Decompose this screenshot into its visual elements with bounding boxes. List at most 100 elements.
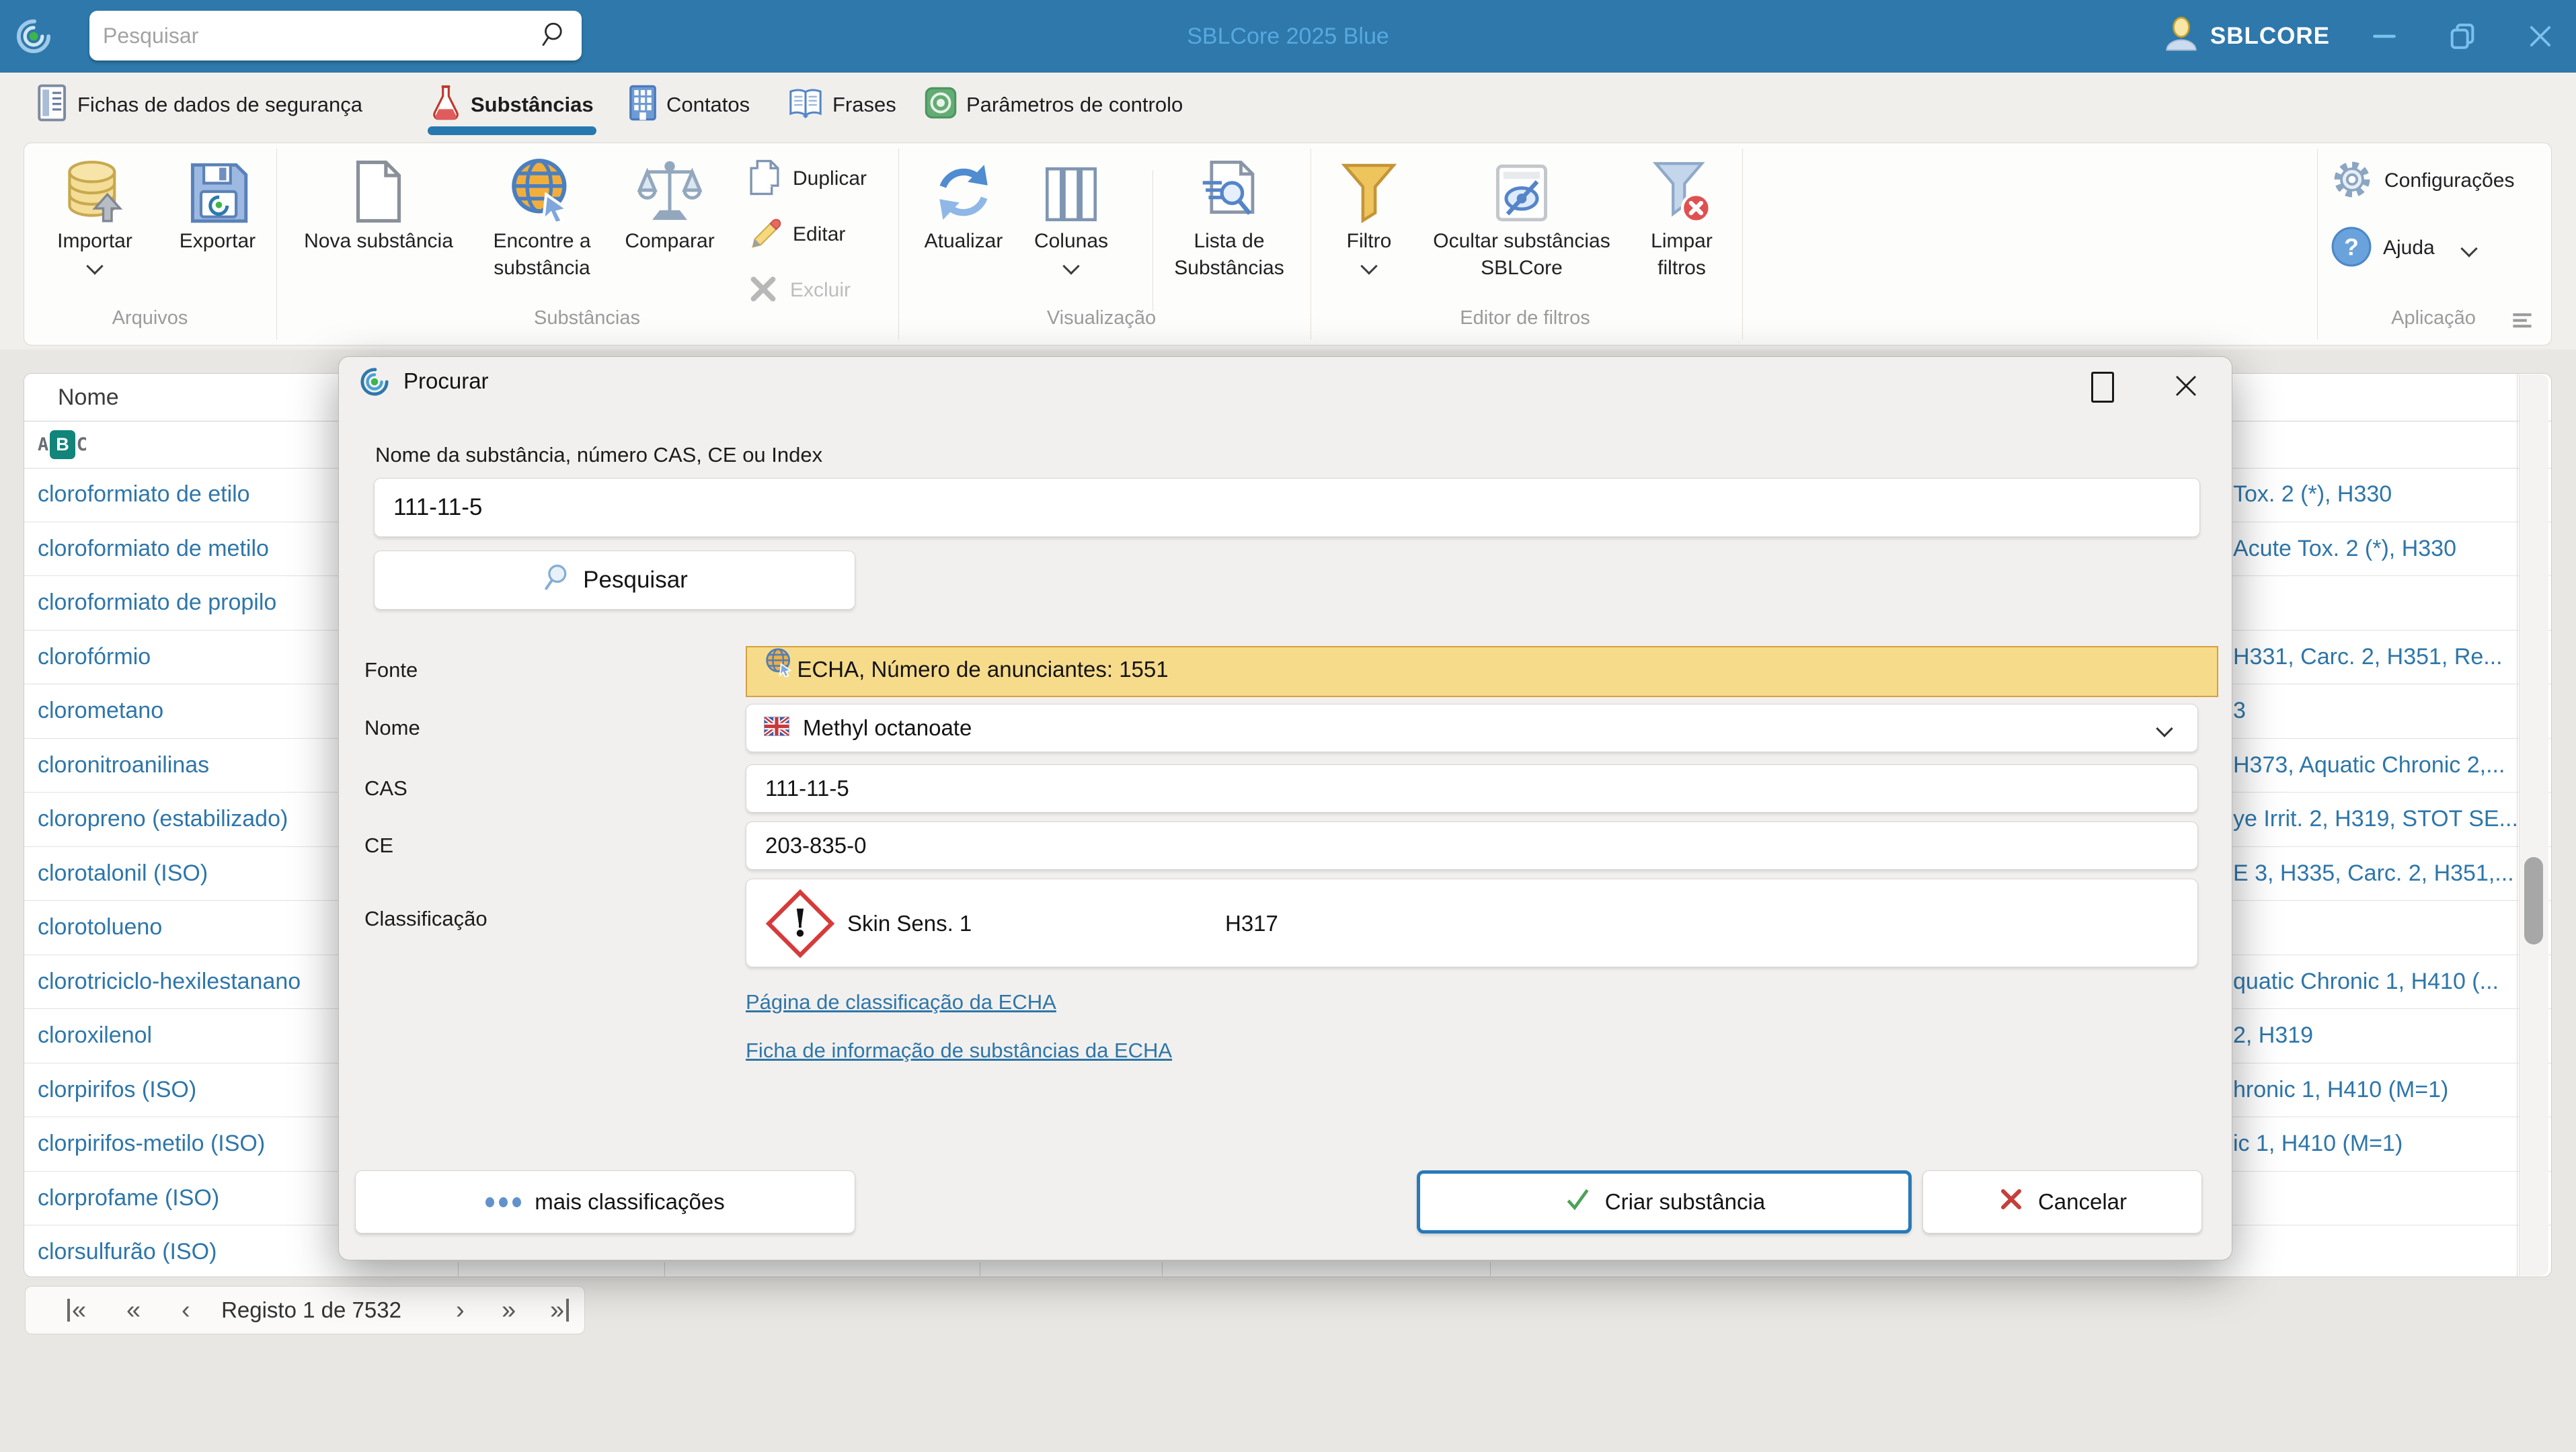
substance-name[interactable]: cloroformiato de propilo [38, 576, 276, 629]
pesquisar-button[interactable]: Pesquisar [374, 551, 855, 610]
close-button[interactable] [2517, 13, 2564, 60]
more-classifications-button[interactable]: mais classificações [355, 1170, 855, 1234]
exportar-button[interactable]: Exportar [155, 153, 280, 255]
substance-name[interactable]: clorpirifos (ISO) [38, 1063, 196, 1117]
cas-field[interactable]: 111-11-5 [746, 764, 2198, 813]
grid-line [1162, 1262, 1163, 1277]
substance-classification: H331, Carc. 2, H351, Re... [2233, 643, 2503, 670]
first-record-button[interactable]: « [67, 1296, 86, 1324]
fonte-label: Fonte [364, 658, 418, 682]
substance-classification: E 3, H335, Carc. 2, H351,... [2233, 860, 2514, 886]
ocultar-substancias-button[interactable]: Ocultar substâncias SBLCore [1417, 153, 1626, 282]
criar-substancia-button[interactable]: Criar substância [1417, 1170, 1912, 1234]
substance-classification: H373, Aquatic Chronic 2,... [2233, 752, 2505, 778]
chevron-down-icon [86, 257, 104, 275]
last-record-button[interactable]: » [550, 1296, 570, 1324]
grid-line [664, 1262, 665, 1277]
substance-list-icon [1200, 153, 1259, 224]
ce-field[interactable]: 203-835-0 [746, 821, 2198, 870]
tab-substancias[interactable]: Substâncias [428, 73, 596, 136]
tab-frases[interactable]: Frases [788, 73, 896, 136]
atualizar-button[interactable]: Atualizar [903, 153, 1024, 255]
next-record-button[interactable]: › [456, 1287, 465, 1334]
refresh-icon [932, 153, 995, 224]
tab-contatos[interactable]: Contatos [629, 73, 750, 136]
dialog-close-button[interactable] [2171, 370, 2201, 401]
dialog-search-input[interactable] [375, 494, 2199, 521]
substance-name[interactable]: clorometano [38, 684, 163, 737]
dialog-logo-icon [359, 366, 390, 401]
column-header-nome[interactable]: Nome [24, 385, 119, 411]
chevron-down-icon [1360, 257, 1378, 275]
substance-classification: quatic Chronic 1, H410 (... [2233, 968, 2499, 994]
minimize-button[interactable] [2361, 13, 2408, 60]
group-label-visualizacao: Visualização [1046, 307, 1157, 329]
echa-classification-link[interactable]: Página de classificação da ECHA [746, 990, 1056, 1014]
scales-icon [637, 153, 702, 224]
prev-record-button[interactable]: ‹ [182, 1287, 190, 1334]
group-label-arquivos: Arquivos [112, 307, 188, 329]
substance-classification [2233, 576, 2518, 629]
tab-parametros[interactable]: Parâmetros de controlo [925, 73, 1183, 136]
substance-name[interactable]: clorofórmio [38, 631, 151, 684]
importar-button[interactable]: Importar [34, 153, 155, 275]
ajuda-button[interactable]: ? Ajuda [2331, 227, 2478, 269]
excluir-button[interactable]: Excluir [747, 270, 851, 311]
limpar-filtros-button[interactable]: Limpar filtros [1631, 153, 1732, 282]
tab-fichas-de-dados[interactable]: Fichas de dados de segurança [37, 73, 362, 136]
editar-button[interactable]: Editar [747, 214, 845, 255]
configuracoes-button[interactable]: Configurações [2331, 160, 2514, 202]
fast-prev-button[interactable]: « [126, 1287, 141, 1334]
ghs07-exclamation-icon: ! [765, 889, 835, 962]
column-separator [2517, 374, 2518, 1277]
substance-name[interactable]: clorotalonil (ISO) [38, 847, 208, 900]
fonte-value: ECHA, Número de anunciantes: 1551 [797, 657, 1169, 682]
comparar-button[interactable]: Comparar [592, 153, 747, 255]
new-page-icon [354, 153, 403, 224]
cas-value: 111-11-5 [765, 776, 849, 801]
fast-next-button[interactable]: » [502, 1287, 516, 1334]
abc-filter-icon[interactable]: ABC [38, 430, 87, 459]
dialog-search-box[interactable] [374, 478, 2200, 537]
columns-icon [1043, 153, 1099, 224]
dialog-header[interactable]: Procurar [339, 357, 2232, 405]
duplicar-button[interactable]: Duplicar [747, 158, 867, 200]
chevron-down-icon[interactable] [2156, 720, 2173, 737]
nova-substancia-button[interactable]: Nova substância [288, 153, 469, 255]
substance-classification: hronic 1, H410 (M=1) [2233, 1076, 2449, 1102]
substance-name[interactable]: clorsulfurão (ISO) [38, 1225, 217, 1279]
filter-funnel-icon [1341, 153, 1397, 224]
substance-name[interactable]: clorprofame (ISO) [38, 1172, 219, 1225]
hide-eye-icon [1493, 153, 1550, 224]
group-label-aplicacao: Aplicação [2391, 307, 2476, 329]
substance-name[interactable]: cloroformiato de metilo [38, 522, 269, 575]
substance-name[interactable]: clorpirifos-metilo (ISO) [38, 1117, 265, 1170]
substance-name[interactable]: cloronitroanilinas [38, 739, 209, 792]
vertical-scrollbar[interactable] [2519, 374, 2548, 1276]
substance-name[interactable]: cloropreno (estabilizado) [38, 793, 288, 846]
substance-name[interactable]: cloroxilenol [38, 1009, 152, 1062]
substance-name[interactable]: clorotriciclo-hexilestanano [38, 955, 301, 1008]
substance-name[interactable]: cloroformiato de etilo [38, 468, 250, 521]
substance-name[interactable]: clorotolueno [38, 901, 162, 954]
account-label: SBLCORE [2210, 23, 2330, 49]
nome-dropdown[interactable]: Methyl octanoate [746, 704, 2198, 752]
dialog-maximize-button[interactable] [2091, 372, 2114, 403]
title-bar: SBLCore 2025 Blue SBLCORE [0, 0, 2576, 73]
scrollbar-thumb[interactable] [2524, 857, 2543, 944]
chevron-down-icon [2460, 240, 2478, 257]
fonte-field[interactable]: ECHA, Número de anunciantes: 1551 [746, 646, 2218, 697]
restore-button[interactable] [2439, 13, 2486, 60]
substance-classification [2233, 1225, 2518, 1279]
colunas-button[interactable]: Colunas [1017, 153, 1125, 275]
duplicate-pages-icon [747, 159, 782, 200]
account-button[interactable]: SBLCORE [2163, 15, 2330, 58]
lista-substancias-button[interactable]: Lista de Substâncias [1162, 153, 1296, 282]
cancelar-button[interactable]: Cancelar [1922, 1170, 2202, 1234]
red-x-icon [1998, 1186, 2025, 1218]
filtro-button[interactable]: Filtro [1322, 153, 1416, 275]
echa-infocard-link[interactable]: Ficha de informação de substâncias da EC… [746, 1039, 1172, 1063]
dialog-title: Procurar [403, 368, 489, 393]
substance-classification: 2, H319 [2233, 1022, 2314, 1048]
search-icon [541, 563, 571, 598]
